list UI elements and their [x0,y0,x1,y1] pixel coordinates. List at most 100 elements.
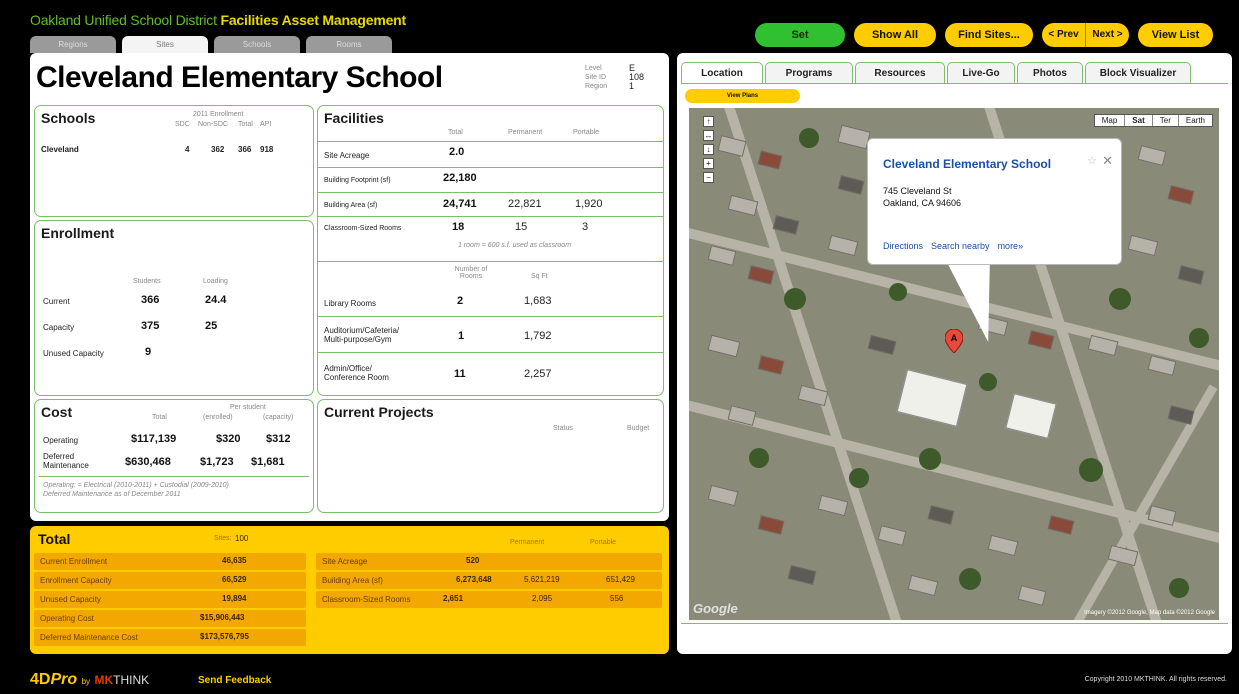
tab-regions[interactable]: Regions [30,36,116,53]
find-sites-button[interactable]: Find Sites... [945,23,1033,47]
fac-classrooms-portable: 3 [582,221,589,233]
col-per-student: Per student [230,404,266,411]
map-type-earth[interactable]: Earth [1179,115,1212,126]
map-zoom-in-icon[interactable]: + [703,158,714,169]
info-window-links: Directions Search nearby more» [883,241,1023,251]
tab-programs[interactable]: Programs [765,62,853,84]
star-icon[interactable]: ☆ [1087,154,1097,167]
tab-rooms[interactable]: Rooms [306,36,392,53]
prev-button[interactable]: < Prev [1042,23,1086,47]
projects-title: Current Projects [324,404,434,420]
map-building [1167,405,1195,425]
fac-area-portable: 1,920 [575,198,603,210]
divider [318,192,663,193]
classroom-footnote: 1 room = 600 s.f. used as classroom [458,242,572,249]
tab-resources[interactable]: Resources [855,62,945,84]
map-zoom-out-icon[interactable]: − [703,172,714,183]
directions-link[interactable]: Directions [883,241,923,251]
map-tree [784,288,806,310]
map-building [837,175,865,195]
room-admin-sqft: 2,257 [524,368,552,380]
cost-note-1: Operating: = Electrical (2010-2011) + Cu… [43,482,229,489]
map-building [747,265,775,285]
total-row-label: Current Enrollment [40,557,108,566]
next-button[interactable]: Next > [1086,23,1129,47]
tab-photos[interactable]: Photos [1017,62,1083,84]
fac-row-label: Classroom-Sized Rooms [324,225,402,232]
fac-classrooms-total: 18 [452,221,465,233]
fac-row-label: Building Area (sf) [324,202,378,209]
facilities-title: Facilities [324,110,384,126]
cost-operating-enrolled: $320 [216,433,241,445]
col-portable: Portable [590,539,617,546]
map-info-window: Cleveland Elementary School ☆ ✕ 745 Clev… [867,138,1122,265]
fac-acreage-total: 2.0 [449,146,465,158]
map-tree [1079,458,1103,482]
send-feedback-link[interactable]: Send Feedback [198,675,271,686]
total-row-value: 66,529 [222,575,247,584]
map-type-map[interactable]: Map [1095,115,1126,126]
tab-live-go[interactable]: Live-Go [947,62,1015,84]
room-auditorium-num: 1 [458,330,465,342]
info-window-title[interactable]: Cleveland Elementary School [883,157,1051,171]
fac-classrooms-permanent: 15 [515,221,528,233]
total-fac-permanent: 2,095 [532,594,553,603]
set-loading-button[interactable]: Set Loading... [755,23,845,65]
map-tree [1189,328,1209,348]
show-all-button[interactable]: Show All [854,23,936,47]
room-row-label: Auditorium/Cafeteria/ Multi-purpose/Gym [324,326,400,344]
satellite-map[interactable]: ↑ ↔ ↓ + − Map Sat Ter Earth Cleveland El… [689,108,1219,620]
map-pan-down-icon[interactable]: ↓ [703,144,714,155]
map-building [757,355,785,375]
total-fac-label: Classroom-Sized Rooms [322,595,411,604]
tab-location[interactable]: Location [681,62,763,84]
more-link[interactable]: more» [998,241,1024,251]
view-list-button[interactable]: View List [1138,23,1213,47]
total-row-value: 46,635 [222,556,247,565]
search-nearby-link[interactable]: Search nearby [931,241,990,251]
map-pan-up-icon[interactable]: ↑ [703,116,714,127]
room-library-num: 2 [457,295,464,307]
cost-deferred-total: $630,468 [125,456,171,468]
level-label: Level [585,65,602,72]
total-fac-total: 6,273,648 [456,575,492,584]
total-fac-label: Site Acreage [322,557,368,566]
col-loading: Loading [203,278,228,285]
enroll-capacity-loading: 25 [205,320,218,332]
map-pan-icon[interactable]: ↔ [703,130,714,141]
room-row-label: Admin/Office/ Conference Room [324,364,389,382]
map-type-ter[interactable]: Ter [1153,115,1179,126]
map-type-control: Map Sat Ter Earth [1093,114,1213,127]
map-type-sat[interactable]: Sat [1125,115,1153,126]
close-icon[interactable]: ✕ [1102,153,1113,169]
tab-underline [681,83,1228,84]
view-plans-button[interactable]: View Plans [685,89,800,103]
map-tree [959,568,981,590]
divider [318,352,663,353]
enroll-row-label: Unused Capacity [43,349,104,358]
map-building [757,150,783,170]
map-marker-icon[interactable]: A [945,329,963,353]
map-zoom-control: ↑ ↔ ↓ + − [703,116,714,186]
fac-area-permanent: 22,821 [508,198,542,210]
map-school-building [1005,393,1057,439]
total-fac-row: Building Area (sf) 6,273,648 5,621,219 6… [316,572,662,589]
col-total: Total [448,129,463,136]
total-row: Deferred Maintenance Cost $173,576,795 [34,629,306,646]
school-row-name[interactable]: Cleveland [41,145,79,154]
col-capacity: (capacity) [263,414,294,421]
map-building [1027,330,1055,350]
map-tree [979,373,997,391]
tab-block-visualizer[interactable]: Block Visualizer [1085,62,1191,84]
cost-title: Cost [41,404,73,420]
map-building [1127,234,1159,257]
tab-sites[interactable]: Sites [122,36,208,53]
map-building [707,484,739,507]
school-api: 918 [260,145,274,154]
school-detail-panel: Cleveland Elementary School Level E Site … [30,53,669,521]
copyright: Copyright 2010 MKTHINK. All rights reser… [1084,676,1227,683]
map-building [757,515,785,535]
top-tab-bar: Regions Sites Schools Rooms [30,36,392,53]
tab-schools[interactable]: Schools [214,36,300,53]
col-total: Total [152,414,167,421]
